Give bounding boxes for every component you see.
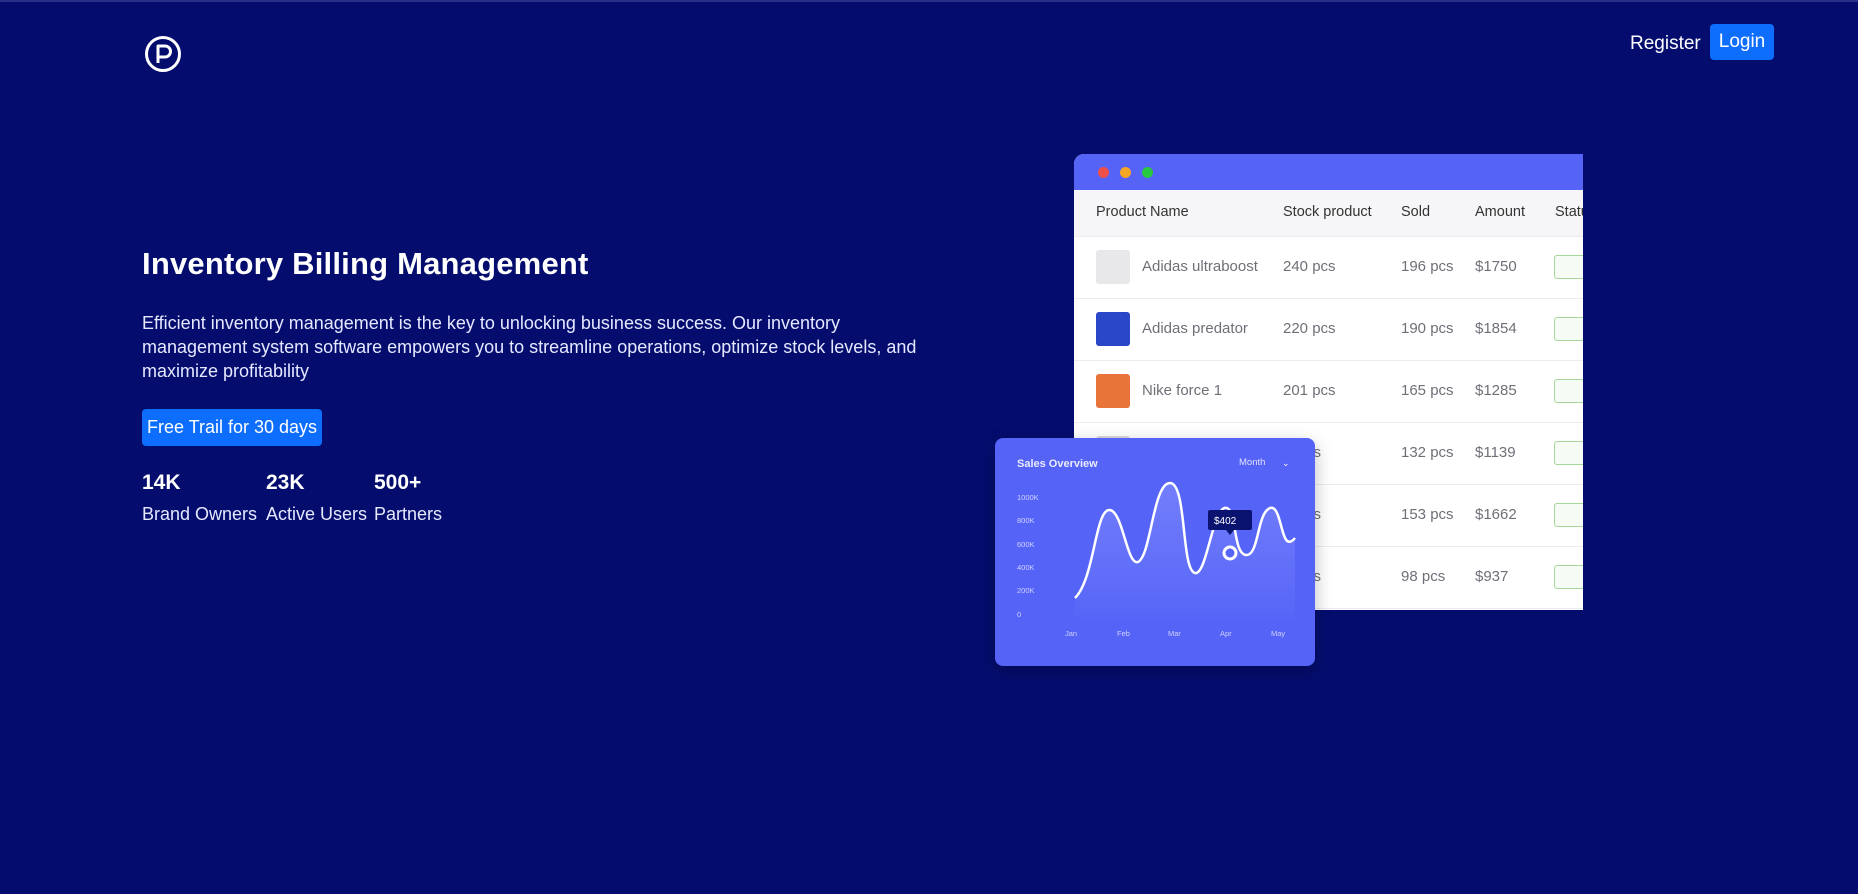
x-tick-label: Feb [1117,629,1130,638]
sales-line-chart: 1000K 800K 600K 400K 200K 0 Jan Feb Mar … [1017,481,1296,638]
table-row: Adidas ultraboost 240 pcs 196 pcs $1750 [1074,237,1583,299]
stat-brand-owners: 14K Brand Owners [142,470,257,526]
stat-active-users: 23K Active Users [266,470,367,526]
sold-value: 196 pcs [1401,258,1454,275]
window-close-dot-icon [1098,167,1109,178]
status-badge [1554,317,1583,341]
window-minimize-dot-icon [1120,167,1131,178]
register-link[interactable]: Register [1630,31,1701,57]
free-trial-button[interactable]: Free Trail for 30 days [142,409,322,446]
product-thumbnail [1096,250,1130,284]
product-name: Nike force 1 [1142,382,1223,399]
column-header: Sold [1401,204,1431,220]
product-thumbnail [1096,312,1130,346]
table-header: Product Name Stock product Sold Amount S… [1074,190,1583,237]
x-tick-label: Apr [1220,629,1232,638]
column-header: Stock product [1283,204,1372,220]
p-circle-logo-icon[interactable] [144,35,182,73]
product-name: Adidas ultraboost [1142,258,1258,275]
y-tick-label: 400K [1017,563,1035,572]
table-row: Nike force 1 201 pcs 165 pcs $1285 [1074,361,1583,423]
stat-label: Partners [374,504,443,524]
window-maximize-dot-icon [1142,167,1153,178]
login-button[interactable]: Login [1710,24,1774,60]
column-header: Product Name [1096,204,1189,220]
window-title-bar [1074,154,1583,190]
sold-value: 132 pcs [1401,444,1454,461]
column-header: Amount [1475,204,1525,220]
amount-value: $1750 [1475,258,1517,275]
data-point-marker [1222,545,1238,561]
hero-title: Inventory Billing Management [142,246,589,281]
stat-value: 23K [266,471,305,494]
stat-label: Active Users [266,504,368,524]
sales-overview-card: Sales Overview Month ⌄ 1000K 800K 600K 4… [995,438,1315,666]
sold-value: 190 pcs [1401,320,1454,337]
sold-value: 165 pcs [1401,382,1454,399]
column-header: Statu [1555,204,1583,220]
y-tick-label: 200K [1017,586,1035,595]
amount-value: $1285 [1475,382,1517,399]
stat-partners: 500+ Partners [374,470,442,526]
stat-value: 500+ [374,471,422,494]
tooltip-value: $402 [1214,516,1237,527]
sold-value: 153 pcs [1401,506,1454,523]
status-badge [1554,565,1583,589]
stat-label: Brand Owners [142,504,258,524]
sold-value: 98 pcs [1401,568,1446,585]
x-tick-label: Mar [1168,629,1181,638]
stock-value: 240 pcs [1283,258,1336,275]
y-tick-label: 0 [1017,610,1021,619]
product-thumbnail [1096,374,1130,408]
area-fill [1075,483,1295,618]
stock-value: 201 pcs [1283,382,1336,399]
status-badge [1554,441,1583,465]
y-tick-label: 600K [1017,540,1035,549]
table-row: Adidas predator 220 pcs 190 pcs $1854 [1074,299,1583,361]
x-tick-label: Jan [1065,629,1077,638]
y-tick-label: 800K [1017,516,1035,525]
amount-value: $1139 [1475,444,1516,461]
y-tick-label: 1000K [1017,493,1039,502]
status-badge [1554,379,1583,403]
stock-value: 220 pcs [1283,320,1336,337]
amount-value: $1854 [1475,320,1517,337]
product-name: Adidas predator [1142,320,1248,337]
hero-description: Efficient inventory management is the ke… [142,313,917,381]
status-badge [1554,503,1583,527]
status-badge [1554,255,1583,279]
x-tick-label: May [1271,629,1285,638]
stat-value: 14K [142,471,181,494]
amount-value: $1662 [1475,506,1517,523]
top-border [0,0,1858,2]
amount-value: $937 [1475,568,1509,585]
